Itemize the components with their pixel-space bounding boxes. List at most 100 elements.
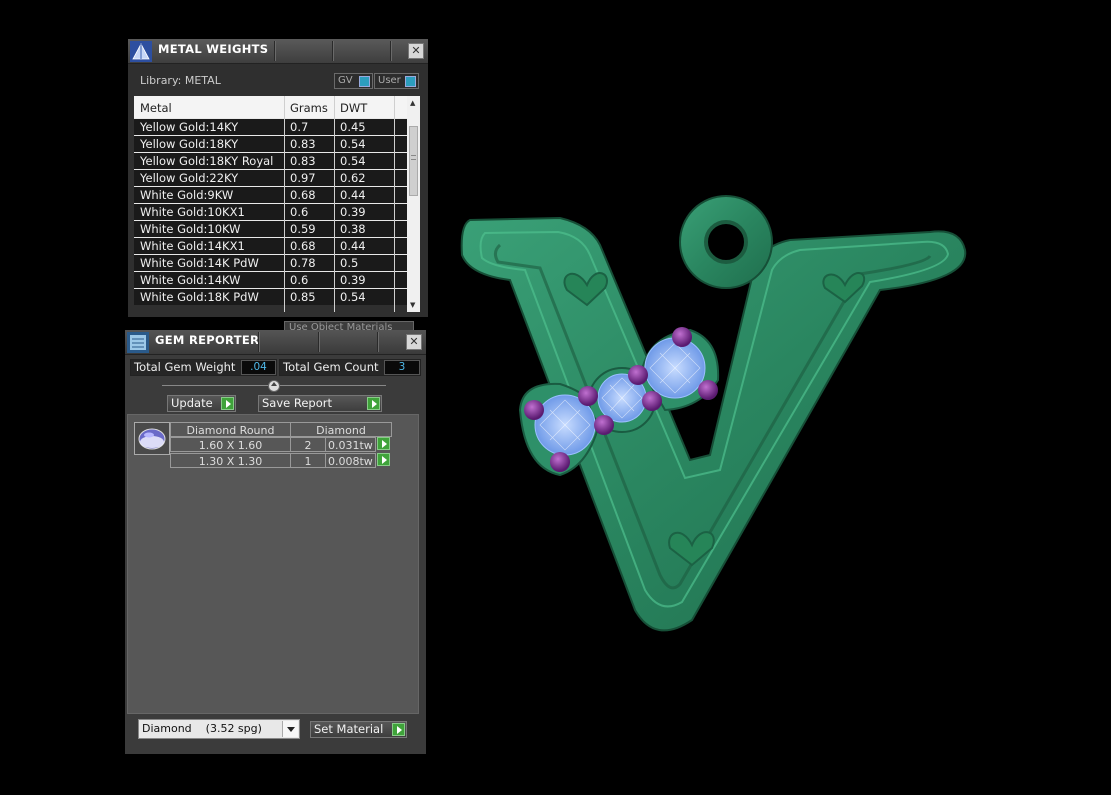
metal-name-cell: White Gold:14KW: [140, 273, 241, 287]
gem-row-play-icon: [377, 453, 390, 466]
grams-cell: 0.59: [290, 222, 316, 236]
dwt-cell: 0.44: [340, 188, 366, 202]
gem-reporter-titlebar[interactable]: GEM REPORTER ✕: [125, 330, 426, 355]
dwt-cell: 0.45: [340, 120, 366, 134]
total-gem-weight-label: Total Gem Weight: [134, 360, 236, 374]
metal-table-row[interactable]: Yellow Gold:18KY Royal 0.83 0.54: [134, 152, 407, 169]
grams-cell: 0.6: [290, 205, 309, 219]
metal-table-header: Metal Grams DWT: [134, 96, 407, 118]
save-report-button[interactable]: Save Report: [258, 395, 382, 412]
grams-cell: 0.83: [290, 137, 316, 151]
gv-toggle-label: GV: [338, 75, 353, 86]
metal-weights-titlebar[interactable]: METAL WEIGHTS ✕: [128, 39, 428, 64]
metal-table-row[interactable]: Yellow Gold:18KY 0.83 0.54: [134, 135, 407, 152]
bail-hole: [704, 220, 748, 264]
user-toggle-label: User: [378, 75, 401, 86]
metal-name-cell: White Gold:9KW: [140, 188, 234, 202]
metal-table-row[interactable]: White Gold:10KX1 0.6 0.39: [134, 203, 407, 220]
column-divider: [334, 96, 335, 312]
metal-name-cell: Yellow Gold:14KY: [140, 120, 239, 134]
dwt-cell: 0.39: [340, 273, 366, 287]
grams-cell: 0.83: [290, 154, 316, 168]
column-header-metal[interactable]: Metal: [140, 101, 172, 115]
gv-toggle-switch[interactable]: [359, 76, 370, 87]
titlebar-divider: [258, 332, 260, 352]
grams-cell: 0.97: [290, 171, 316, 185]
update-button[interactable]: Update: [167, 395, 236, 412]
metal-table-row[interactable]: White Gold:9KW 0.68 0.44: [134, 186, 407, 203]
gv-toggle[interactable]: GV: [334, 73, 373, 89]
metal-table-row[interactable]: White Gold:14KW 0.6 0.39: [134, 271, 407, 288]
user-toggle[interactable]: User: [374, 73, 419, 89]
scroll-up-icon[interactable]: ▲: [410, 99, 415, 107]
gem-row-select-button[interactable]: [375, 453, 390, 466]
gem-reporter-panel: GEM REPORTER ✕ Total Gem Weight .04 Tota…: [125, 330, 426, 754]
gem-row-weight: 0.008tw: [325, 453, 376, 468]
dwt-cell: 0.39: [340, 205, 366, 219]
3d-viewport[interactable]: [430, 170, 990, 660]
prong: [698, 380, 718, 400]
metal-table-row[interactable]: White Gold:14KX1 0.68 0.44: [134, 237, 407, 254]
gem-shape-icon: [138, 428, 166, 450]
column-header-dwt[interactable]: DWT: [340, 101, 367, 115]
column-header-grams[interactable]: Grams: [290, 101, 328, 115]
gem-reporter-close-button[interactable]: ✕: [406, 334, 422, 350]
prong: [672, 327, 692, 347]
metal-name-cell: White Gold:14K PdW: [140, 256, 259, 270]
metal-weights-title: METAL WEIGHTS: [158, 42, 269, 56]
titlebar-divider: [274, 41, 276, 61]
diamond-round-gem-icon: [134, 422, 170, 455]
dwt-cell: 0.62: [340, 171, 366, 185]
titlebar-divider: [318, 332, 320, 352]
set-material-button-label: Set Material: [314, 722, 384, 736]
grams-cell: 0.68: [290, 188, 316, 202]
gem-row-play-icon: [377, 437, 390, 450]
gem-table-material-header: Diamond: [290, 422, 392, 437]
chevron-down-icon[interactable]: [282, 721, 298, 737]
scroll-down-icon[interactable]: ▼: [410, 301, 415, 309]
metal-table-row[interactable]: White Gold:18K PdW 0.85 0.54: [134, 288, 407, 305]
metal-name-cell: White Gold:18K PdW: [140, 290, 259, 304]
gem-row-size: 1.30 X 1.30: [170, 453, 291, 468]
grams-cell: 0.6: [290, 273, 309, 287]
set-material-button[interactable]: Set Material: [310, 721, 407, 738]
save-report-play-icon: [367, 397, 380, 410]
titlebar-divider: [377, 332, 379, 352]
gem-row-select-button[interactable]: [375, 437, 390, 450]
metal-name-cell: White Gold:10KX1: [140, 205, 245, 219]
metal-name-cell: White Gold:14KX1: [140, 239, 245, 253]
gem-row-size: 1.60 X 1.60: [170, 437, 291, 452]
dwt-cell: 0.44: [340, 239, 366, 253]
prong: [642, 391, 662, 411]
update-play-icon: [221, 397, 234, 410]
material-select[interactable]: Diamond (3.52 spg): [138, 719, 300, 739]
v-pendant-model[interactable]: [460, 195, 967, 632]
metal-weights-close-button[interactable]: ✕: [408, 43, 424, 59]
grams-cell: 0.7: [290, 120, 309, 134]
total-gem-weight-field: Total Gem Weight .04: [130, 359, 277, 376]
user-toggle-switch[interactable]: [405, 76, 416, 87]
gem-table-shape-header: Diamond Round: [170, 422, 291, 437]
column-divider: [284, 96, 285, 312]
titlebar-divider: [390, 41, 392, 61]
metal-table-row[interactable]: Yellow Gold:14KY 0.7 0.45: [134, 118, 407, 135]
metal-table-row[interactable]: Yellow Gold:22KY 0.97 0.62: [134, 169, 407, 186]
total-gem-count-value: 3: [384, 360, 420, 375]
gem-row-count: 1: [290, 453, 326, 468]
total-gem-weight-value: .04: [241, 360, 276, 375]
set-material-play-icon: [392, 723, 405, 736]
dwt-cell: 0.54: [340, 154, 366, 168]
grams-cell: 0.68: [290, 239, 316, 253]
metal-table-row[interactable]: White Gold:10KW 0.59 0.38: [134, 220, 407, 237]
metal-table-scrollbar[interactable]: ▲ ▼: [407, 96, 420, 312]
metal-name-cell: Yellow Gold:18KY Royal: [140, 154, 274, 168]
panel-splitter-handle[interactable]: [268, 380, 280, 392]
gem-reporter-title: GEM REPORTER: [155, 333, 260, 347]
scrollbar-thumb[interactable]: [409, 126, 418, 196]
metal-table-row[interactable]: White Gold:14K PdW 0.78 0.5: [134, 254, 407, 271]
gem-reporter-icon: [127, 332, 149, 353]
metal-name-cell: White Gold:10KW: [140, 222, 241, 236]
total-gem-count-label: Total Gem Count: [283, 360, 379, 374]
dwt-cell: 0.54: [340, 290, 366, 304]
gem-row-count: 2: [290, 437, 326, 452]
